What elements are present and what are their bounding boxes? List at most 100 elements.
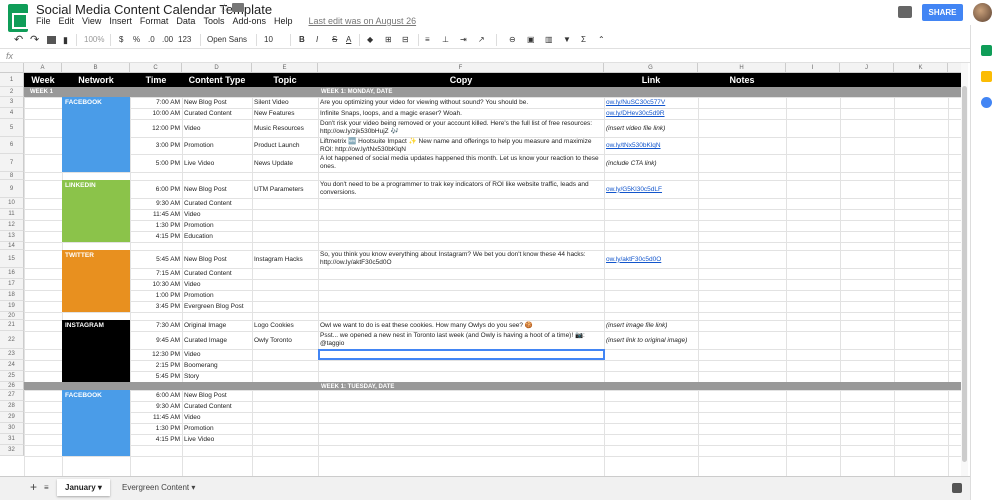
menu-view[interactable]: View: [82, 16, 101, 30]
topic-cell[interactable]: New Features: [252, 108, 318, 119]
time-cell[interactable]: 5:45 AM: [130, 250, 180, 268]
time-cell[interactable]: 7:15 AM: [130, 268, 180, 279]
row-header[interactable]: 4: [0, 108, 24, 119]
column-header-b[interactable]: B: [62, 63, 130, 73]
row-header[interactable]: 3: [0, 97, 24, 108]
content-type-cell[interactable]: Education: [182, 231, 252, 242]
topic-cell[interactable]: Owly Toronto: [252, 331, 318, 349]
keep-icon[interactable]: [981, 71, 992, 82]
menu-data[interactable]: Data: [176, 16, 195, 30]
time-cell[interactable]: 7:00 AM: [130, 97, 180, 108]
column-header-d[interactable]: D: [182, 63, 252, 73]
network-facebook[interactable]: FACEBOOK: [62, 97, 130, 172]
content-type-cell[interactable]: Story: [182, 371, 252, 382]
row-header[interactable]: 1: [0, 73, 24, 87]
decrease-decimal-button[interactable]: .0: [148, 34, 155, 46]
time-cell[interactable]: 12:30 PM: [130, 349, 180, 360]
row-header[interactable]: 19: [0, 301, 24, 312]
time-cell[interactable]: 11:45 AM: [130, 209, 180, 220]
content-type-cell[interactable]: Curated Content: [182, 108, 252, 119]
paint-format-icon[interactable]: ▮: [63, 34, 68, 46]
column-header-g[interactable]: G: [604, 63, 698, 73]
spreadsheet-grid[interactable]: A B C D E F G H I J K Week Network Time …: [0, 63, 968, 476]
content-type-cell[interactable]: Promotion: [182, 423, 252, 434]
content-type-cell[interactable]: Original Image: [182, 320, 252, 331]
tab-january[interactable]: January ▾: [57, 479, 110, 496]
header-copy[interactable]: Copy: [318, 73, 604, 87]
row-header[interactable]: 24: [0, 360, 24, 371]
header-content-type[interactable]: Content Type: [182, 73, 252, 87]
row-header[interactable]: 9: [0, 180, 24, 198]
content-type-cell[interactable]: Evergreen Blog Post: [182, 301, 252, 312]
content-type-cell[interactable]: Curated Image: [182, 331, 252, 349]
row-header[interactable]: 7: [0, 154, 24, 172]
menu-format[interactable]: Format: [140, 16, 169, 30]
day-label[interactable]: WEEK 1: MONDAY, DATE: [321, 87, 392, 97]
all-sheets-button[interactable]: ≡: [36, 479, 57, 496]
folder-icon[interactable]: [232, 3, 244, 12]
row-header[interactable]: 28: [0, 401, 24, 412]
time-cell[interactable]: 11:45 AM: [130, 412, 180, 423]
share-button[interactable]: SHARE: [922, 4, 963, 21]
print-icon[interactable]: [47, 36, 56, 44]
link-cell[interactable]: ow.ly/tNx530bKlqN: [604, 137, 698, 154]
insert-chart-icon[interactable]: ▥: [545, 34, 553, 46]
column-header-i[interactable]: I: [786, 63, 840, 73]
header-notes[interactable]: Notes: [698, 73, 786, 87]
time-cell[interactable]: 3:00 PM: [130, 137, 180, 154]
week-label[interactable]: WEEK 1: [30, 87, 53, 97]
tab-evergreen-content[interactable]: Evergreen Content ▾: [114, 479, 203, 496]
comments-icon[interactable]: [898, 6, 912, 18]
content-type-cell[interactable]: Video: [182, 209, 252, 220]
row-header[interactable]: 15: [0, 250, 24, 268]
content-type-cell[interactable]: Boomerang: [182, 360, 252, 371]
insert-comment-icon[interactable]: ▣: [527, 34, 535, 46]
time-cell[interactable]: 12:00 PM: [130, 119, 180, 137]
header-topic[interactable]: Topic: [252, 73, 318, 87]
time-cell[interactable]: 5:00 PM: [130, 154, 180, 172]
row-header[interactable]: 23: [0, 349, 24, 360]
day-label[interactable]: WEEK 1: TUESDAY, DATE: [321, 382, 394, 392]
column-header-c[interactable]: C: [130, 63, 182, 73]
network-twitter[interactable]: TWITTER: [62, 250, 130, 312]
copy-cell[interactable]: So, you think you know everything about …: [318, 250, 604, 268]
tasks-icon[interactable]: [981, 97, 992, 108]
content-type-cell[interactable]: Video: [182, 279, 252, 290]
menu-help[interactable]: Help: [274, 16, 293, 30]
row-header[interactable]: 27: [0, 390, 24, 401]
time-cell[interactable]: 10:30 AM: [130, 279, 180, 290]
font-select[interactable]: Open Sans: [207, 34, 247, 46]
font-size-select[interactable]: 10: [264, 34, 273, 46]
row-header[interactable]: 16: [0, 268, 24, 279]
time-cell[interactable]: 4:15 PM: [130, 434, 180, 445]
header-time[interactable]: Time: [130, 73, 182, 87]
time-cell[interactable]: 7:30 AM: [130, 320, 180, 331]
time-cell[interactable]: 4:15 PM: [130, 231, 180, 242]
time-cell[interactable]: 10:00 AM: [130, 108, 180, 119]
column-header-a[interactable]: A: [24, 63, 62, 73]
topic-cell[interactable]: UTM Parameters: [252, 180, 318, 198]
topic-cell[interactable]: Instagram Hacks: [252, 250, 318, 268]
column-header-f[interactable]: F: [318, 63, 604, 73]
column-header-h[interactable]: H: [698, 63, 786, 73]
insert-link-icon[interactable]: ⊖: [509, 34, 516, 46]
row-header[interactable]: 12: [0, 220, 24, 231]
content-type-cell[interactable]: Video: [182, 349, 252, 360]
content-type-cell[interactable]: New Blog Post: [182, 180, 252, 198]
row-header[interactable]: 29: [0, 412, 24, 423]
topic-cell[interactable]: Silent Video: [252, 97, 318, 108]
content-type-cell[interactable]: New Blog Post: [182, 97, 252, 108]
content-type-cell[interactable]: New Blog Post: [182, 390, 252, 401]
content-type-cell[interactable]: Curated Content: [182, 401, 252, 412]
time-cell[interactable]: 2:15 PM: [130, 360, 180, 371]
row-header[interactable]: 25: [0, 371, 24, 382]
network-instagram[interactable]: INSTAGRAM: [62, 320, 130, 382]
formula-bar[interactable]: fx: [0, 49, 970, 63]
zoom-select[interactable]: 100%: [84, 34, 104, 46]
avatar[interactable]: [973, 3, 992, 22]
bold-button[interactable]: B: [299, 34, 305, 46]
row-header[interactable]: 30: [0, 423, 24, 434]
copy-cell[interactable]: Liftmetrix 🆕 Hootsuite Impact ✨ New name…: [318, 137, 604, 154]
topic-cell[interactable]: News Update: [252, 154, 318, 172]
topic-cell[interactable]: Product Launch: [252, 137, 318, 154]
